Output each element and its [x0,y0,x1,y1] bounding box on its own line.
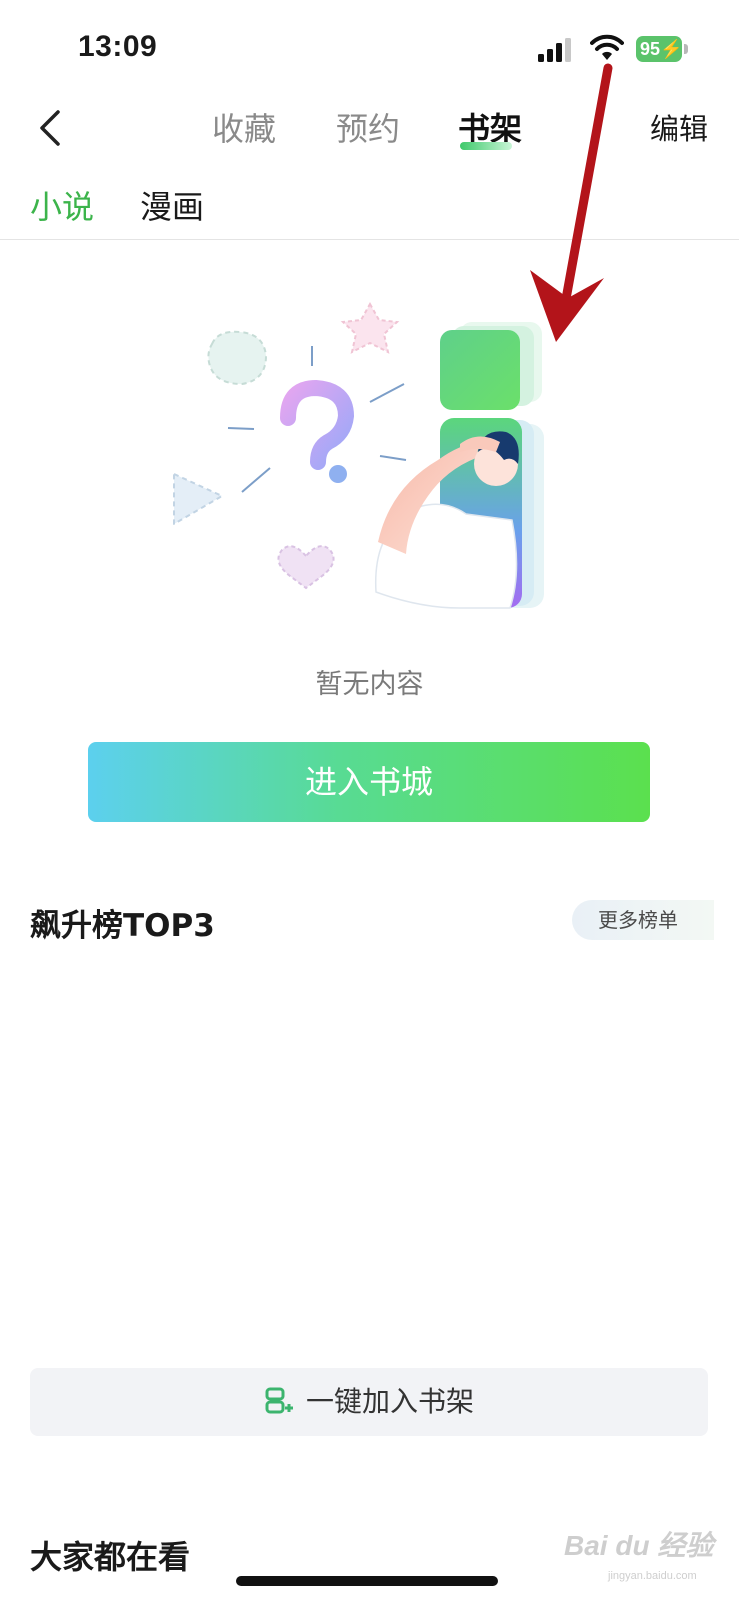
battery-icon: 95⚡ [636,36,688,62]
baidu-watermark-logo: Bai du 经验 [564,1530,714,1561]
add-all-to-shelf-button[interactable]: 一键加入书架 [30,1368,708,1436]
tab-favorites[interactable]: 收藏 [212,104,276,150]
tab-reservations[interactable]: 预约 [336,104,400,150]
subtab-comic[interactable]: 漫画 [140,182,204,228]
annotation-arrow [530,63,613,342]
active-tab-indicator [460,142,512,150]
status-time: 13:09 [78,30,158,63]
battery-level: 95 [640,39,661,59]
baidu-watermark-url: jingyan.baidu.com [608,1570,697,1582]
empty-state-text: 暂无内容 [315,669,424,700]
empty-state-illustration [173,301,544,609]
ranking-title: 飙升榜TOP3 [30,908,215,944]
back-icon[interactable] [36,108,66,148]
wifi-icon [590,34,624,60]
add-to-shelf-icon [265,1387,293,1414]
more-rankings-button[interactable]: 更多榜单 [572,900,714,940]
add-to-shelf-label: 一键加入书架 [305,1385,474,1418]
home-indicator[interactable] [236,1576,498,1586]
edit-button[interactable]: 编辑 [650,106,708,148]
cellular-signal-icon [538,38,571,62]
everyone-reading-title: 大家都在看 [30,1538,191,1576]
subtab-novel[interactable]: 小说 [30,182,94,228]
enter-bookstore-button[interactable]: 进入书城 [88,742,650,822]
